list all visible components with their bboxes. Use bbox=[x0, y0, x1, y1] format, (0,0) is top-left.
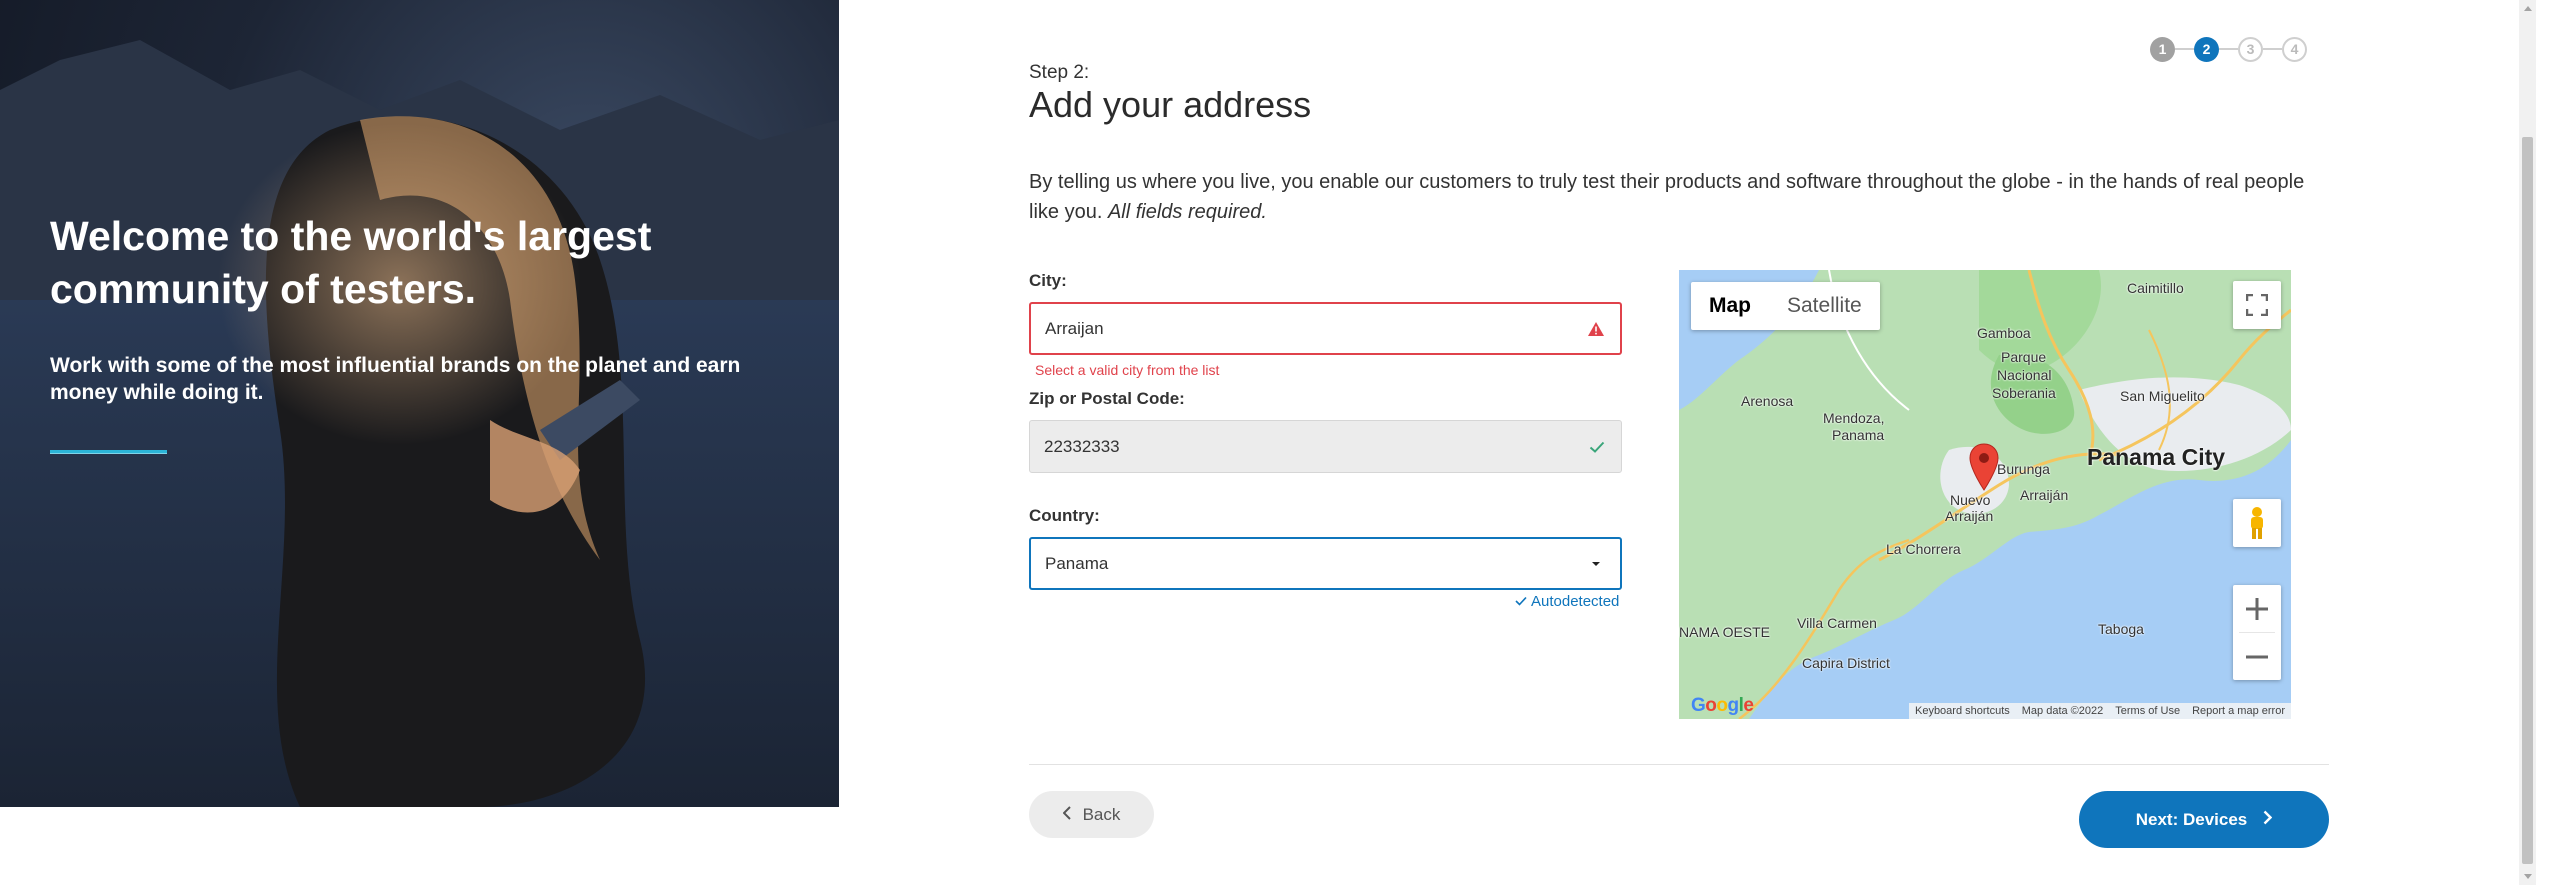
hero-content: Welcome to the world's largest community… bbox=[50, 210, 770, 454]
back-button-label: Back bbox=[1082, 804, 1121, 824]
back-button[interactable]: Back bbox=[1029, 791, 1154, 838]
step-2-indicator: 2 bbox=[2194, 36, 2219, 62]
city-input[interactable]: Arraijan bbox=[1029, 302, 1622, 355]
map-place-label: Caimitillo bbox=[2127, 280, 2184, 296]
map-place-label: Villa Carmen bbox=[1797, 615, 1877, 631]
autodetected-text: Autodetected bbox=[1531, 593, 1620, 610]
step-4-indicator: 4 bbox=[2282, 36, 2307, 62]
step-3-indicator: 3 bbox=[2238, 36, 2263, 62]
fullscreen-icon[interactable] bbox=[2233, 281, 2281, 329]
map-place-label: Arraiján bbox=[2020, 487, 2069, 503]
form-divider bbox=[1029, 764, 2329, 765]
map-place-label: San Miguelito bbox=[2120, 388, 2205, 404]
page-title: Add your address bbox=[1029, 84, 1312, 125]
terms-of-use-link[interactable]: Terms of Use bbox=[2115, 705, 2180, 717]
map-type-map-button[interactable]: Map bbox=[1691, 282, 1769, 330]
zip-input-value: 22332333 bbox=[1044, 436, 1120, 456]
intro-text: By telling us where you live, you enable… bbox=[1029, 167, 2329, 227]
location-map[interactable]: Caimitillo Gamboa Parque Nacional Sobera… bbox=[1679, 270, 2291, 719]
zip-label: Zip or Postal Code: bbox=[1029, 389, 1185, 408]
warning-icon bbox=[1586, 319, 1606, 339]
map-place-label: Mendoza, bbox=[1823, 410, 1885, 426]
chevron-right-icon bbox=[2263, 810, 2273, 830]
step-connector bbox=[2175, 48, 2194, 50]
map-place-label: Gamboa bbox=[1977, 325, 2031, 341]
zoom-out-icon[interactable] bbox=[2233, 633, 2281, 680]
street-view-pegman-icon[interactable] bbox=[2233, 499, 2281, 547]
country-select[interactable]: Panama bbox=[1029, 537, 1622, 590]
location-pin-icon[interactable] bbox=[1969, 443, 1999, 496]
map-place-label: Panama City bbox=[2087, 444, 2226, 470]
chevron-left-icon bbox=[1062, 805, 1071, 825]
map-place-label: NAMA OESTE bbox=[1679, 624, 1771, 640]
country-label: Country: bbox=[1029, 506, 1100, 525]
map-place-label: La Chorrera bbox=[1886, 541, 1961, 557]
step-connector bbox=[2219, 48, 2238, 50]
scroll-down-arrow-icon[interactable] bbox=[2519, 868, 2536, 885]
next-button-label: Next: Devices bbox=[2135, 809, 2248, 829]
country-select-value: Panama bbox=[1045, 553, 1109, 573]
scroll-up-arrow-icon[interactable] bbox=[2519, 0, 2536, 17]
google-logo: Google bbox=[1691, 695, 1754, 716]
step-label: Step 2: bbox=[1029, 62, 1090, 83]
map-type-satellite-button[interactable]: Satellite bbox=[1769, 282, 1880, 330]
map-place-label: Parque bbox=[2001, 349, 2047, 365]
caret-down-icon bbox=[1586, 554, 1606, 574]
map-data-text: Map data ©2022 bbox=[2021, 705, 2104, 717]
map-place-label: Capira District bbox=[1802, 655, 1890, 671]
step-connector bbox=[2263, 48, 2282, 50]
map-place-label: Taboga bbox=[2098, 621, 2144, 637]
page-scrollbar[interactable] bbox=[2519, 0, 2536, 885]
map-place-label: Soberania bbox=[1992, 385, 2056, 401]
checkmark-icon bbox=[1587, 437, 1607, 457]
check-icon bbox=[1515, 593, 1527, 610]
zip-input[interactable]: 22332333 bbox=[1029, 420, 1622, 473]
next-devices-button[interactable]: Next: Devices bbox=[2079, 791, 2329, 848]
city-input-value: Arraijan bbox=[1045, 318, 1104, 338]
hero-title: Welcome to the world's largest community… bbox=[50, 213, 652, 312]
map-place-label: Nacional bbox=[1997, 367, 2052, 383]
step-1-indicator: 1 bbox=[2150, 36, 2175, 62]
scrollbar-thumb[interactable] bbox=[2522, 137, 2533, 864]
keyboard-shortcuts-link[interactable]: Keyboard shortcuts bbox=[1915, 705, 2010, 717]
report-map-error-link[interactable]: Report a map error bbox=[2192, 705, 2285, 717]
map-place-label: Panama bbox=[1832, 427, 1885, 443]
hero-accent-rule bbox=[50, 450, 167, 454]
intro-emphasis: All fields required. bbox=[1107, 201, 1267, 223]
zoom-in-icon[interactable] bbox=[2233, 585, 2281, 632]
map-attribution-bar: Keyboard shortcuts Map data ©2022 Terms … bbox=[1908, 703, 2291, 719]
hero-subtitle: Work with some of the most influential b… bbox=[50, 354, 741, 404]
city-error-message: Select a valid city from the list bbox=[1035, 362, 1220, 378]
map-type-toggle: Map Satellite bbox=[1691, 282, 1880, 330]
hero-banner: Welcome to the world's largest community… bbox=[0, 0, 839, 807]
progress-stepper: 1 2 3 4 bbox=[2150, 36, 2307, 62]
city-label: City: bbox=[1029, 271, 1067, 290]
zoom-control bbox=[2233, 585, 2281, 680]
map-place-label: Arenosa bbox=[1741, 393, 1794, 409]
autodetected-hint: Autodetected bbox=[1515, 593, 1619, 610]
map-place-label: Arraiján bbox=[1945, 508, 1994, 524]
map-place-label: Burunga bbox=[1997, 461, 2050, 477]
